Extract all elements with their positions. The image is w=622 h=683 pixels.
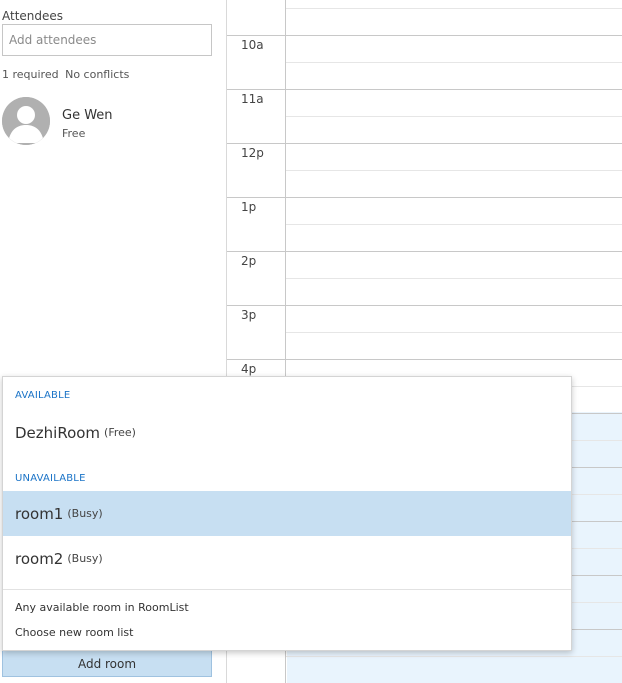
half-hour-line — [286, 224, 622, 225]
dropdown-divider — [3, 589, 571, 590]
hour-label: 2p — [241, 254, 257, 268]
room-name: room2 — [15, 549, 64, 568]
half-hour-line — [286, 278, 622, 279]
half-hour-line — [286, 332, 622, 333]
add-attendees-input[interactable] — [2, 24, 212, 56]
hour-label: 3p — [241, 308, 257, 322]
half-hour-line — [286, 170, 622, 171]
conflicts-status: No conflicts — [65, 68, 130, 81]
hour-label: 1p — [241, 200, 257, 214]
attendee-status-line: 1 required No conflicts — [2, 68, 129, 81]
hour-label: 10a — [241, 38, 264, 52]
required-count: 1 required — [2, 68, 59, 81]
room-name: DezhiRoom — [15, 423, 101, 442]
half-hour-line — [286, 656, 622, 657]
room-option-dezhiroom[interactable]: DezhiRoom (Free) — [3, 410, 571, 455]
room-picker-dropdown: AVAILABLE DezhiRoom (Free) UNAVAILABLE r… — [2, 376, 572, 651]
attendees-label: Attendees — [2, 9, 64, 23]
room-availability-tag: (Free) — [104, 426, 136, 439]
room-availability-tag: (Busy) — [67, 552, 103, 565]
hour-label: 12p — [241, 146, 264, 160]
room-name: room1 — [15, 504, 64, 523]
room-option-room2[interactable]: room2 (Busy) — [3, 536, 571, 581]
attendee-availability: Free — [62, 127, 86, 140]
room-availability-tag: (Busy) — [67, 507, 103, 520]
half-hour-line — [286, 62, 622, 63]
attendee-item[interactable]: Ge Wen Free — [2, 97, 212, 147]
unavailable-rooms-header: UNAVAILABLE — [15, 473, 86, 484]
attendee-name: Ge Wen — [62, 108, 113, 123]
any-available-room-option[interactable]: Any available room in RoomList — [15, 601, 189, 614]
hour-label: 11a — [241, 92, 264, 106]
add-room-button[interactable]: Add room — [2, 650, 212, 677]
choose-room-list-option[interactable]: Choose new room list — [15, 626, 133, 639]
hour-label: 4p — [241, 362, 257, 376]
available-rooms-header: AVAILABLE — [15, 390, 71, 401]
room-option-room1[interactable]: room1 (Busy) — [3, 491, 571, 536]
half-hour-line — [286, 116, 622, 117]
half-hour-line — [286, 8, 622, 9]
person-silhouette-icon — [2, 97, 50, 145]
